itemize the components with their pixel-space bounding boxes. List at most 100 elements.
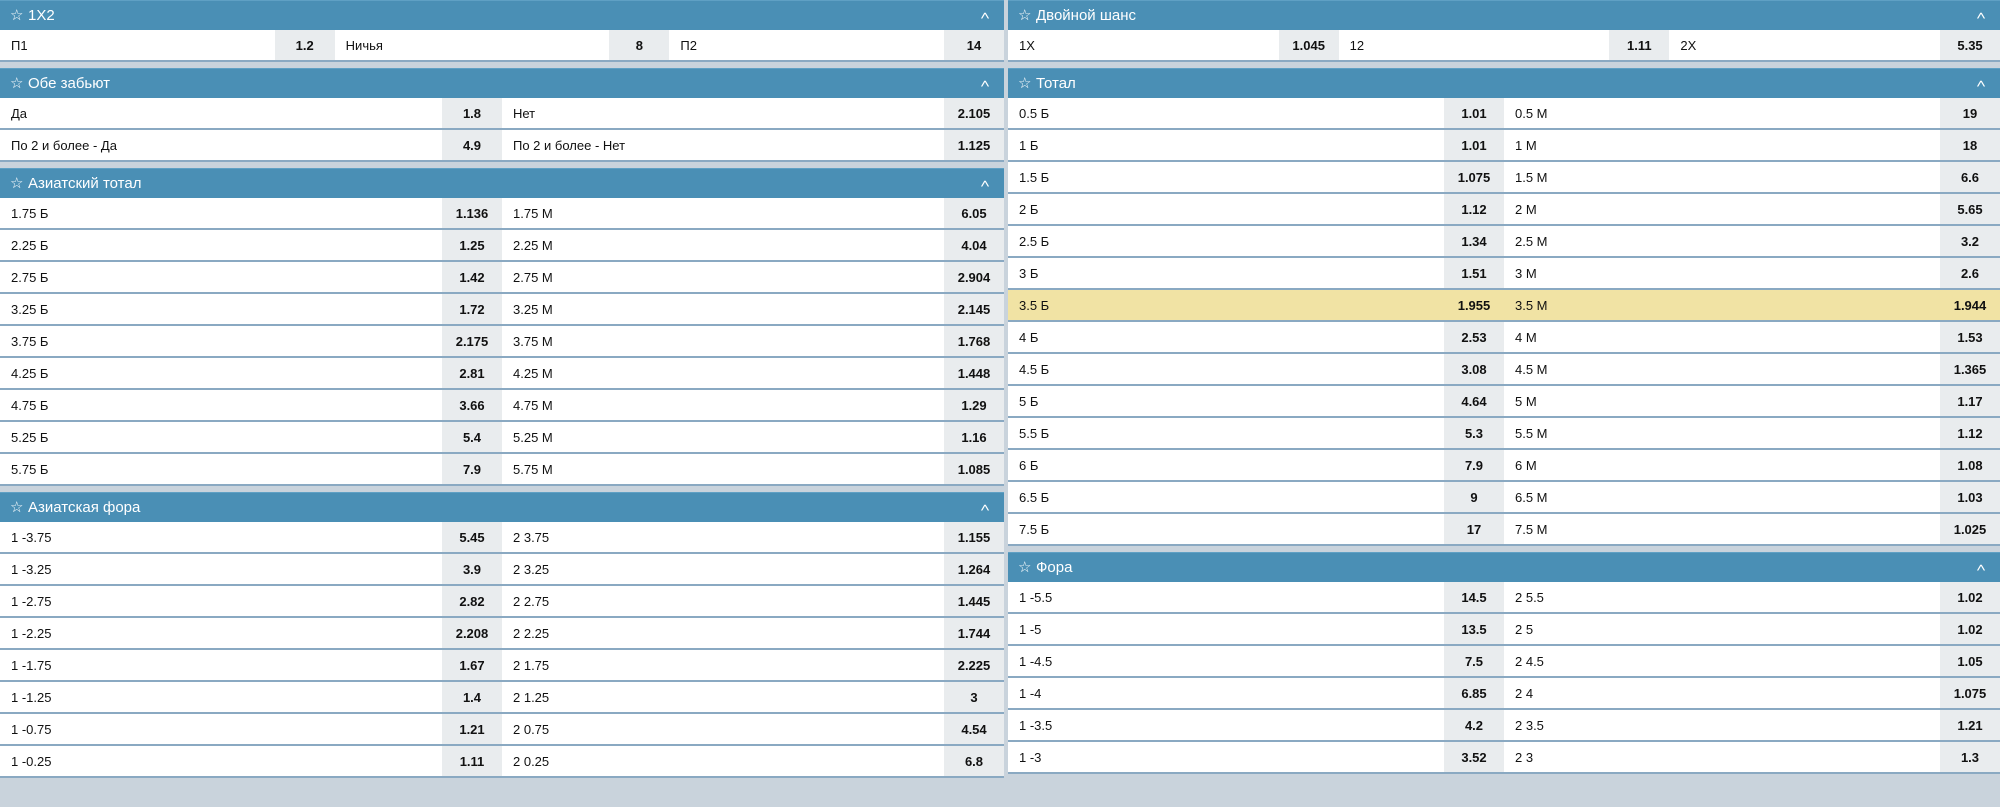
- bet-outcome[interactable]: Да 1.8: [0, 98, 502, 128]
- odds-value[interactable]: 1.05: [1940, 646, 2000, 676]
- chevron-up-icon[interactable]: ˄: [972, 177, 997, 191]
- chevron-up-icon[interactable]: ˄: [1968, 9, 1993, 23]
- odds-value[interactable]: 1.136: [442, 198, 502, 228]
- bet-outcome[interactable]: 12 1.11: [1339, 30, 1670, 60]
- bet-outcome[interactable]: 3 М 2.6: [1504, 258, 2000, 288]
- bet-outcome[interactable]: 1 -0.25 1.11: [0, 746, 502, 776]
- market-header[interactable]: ☆ Азиатская фора ˄: [0, 492, 1004, 522]
- odds-value[interactable]: 2.145: [944, 294, 1004, 324]
- odds-value[interactable]: 1.02: [1940, 582, 2000, 612]
- odds-value[interactable]: 1.075: [1444, 162, 1504, 192]
- odds-value[interactable]: 3.66: [442, 390, 502, 420]
- bet-outcome[interactable]: 2 2.75 1.445: [502, 586, 1004, 616]
- bet-outcome[interactable]: 1 -2.25 2.208: [0, 618, 502, 648]
- bet-outcome[interactable]: 5.5 М 1.12: [1504, 418, 2000, 448]
- bet-outcome[interactable]: 3.75 Б 2.175: [0, 326, 502, 356]
- bet-outcome[interactable]: 0.5 М 19: [1504, 98, 2000, 128]
- bet-outcome[interactable]: 5 М 1.17: [1504, 386, 2000, 416]
- odds-value[interactable]: 1.17: [1940, 386, 2000, 416]
- bet-outcome[interactable]: 6 М 1.08: [1504, 450, 2000, 480]
- star-icon[interactable]: ☆: [1018, 69, 1036, 99]
- bet-outcome[interactable]: 2 3.75 1.155: [502, 522, 1004, 552]
- chevron-up-icon[interactable]: ˄: [1968, 561, 1993, 575]
- odds-value[interactable]: 13.5: [1444, 614, 1504, 644]
- odds-value[interactable]: 1.11: [1609, 30, 1670, 60]
- odds-value[interactable]: 1.365: [1940, 354, 2000, 384]
- bet-outcome[interactable]: 2.5 М 3.2: [1504, 226, 2000, 256]
- odds-value[interactable]: 17: [1444, 514, 1504, 544]
- bet-outcome[interactable]: 1 -3 3.52: [1008, 742, 1504, 772]
- odds-value[interactable]: 4.64: [1444, 386, 1504, 416]
- bet-outcome[interactable]: 3.25 Б 1.72: [0, 294, 502, 324]
- bet-outcome[interactable]: 1.5 М 6.6: [1504, 162, 2000, 192]
- odds-value[interactable]: 1.11: [442, 746, 502, 776]
- odds-value[interactable]: 2.208: [442, 618, 502, 648]
- odds-value[interactable]: 1.02: [1940, 614, 2000, 644]
- odds-value[interactable]: 5.45: [442, 522, 502, 552]
- odds-value[interactable]: 2.53: [1444, 322, 1504, 352]
- odds-value[interactable]: 5.3: [1444, 418, 1504, 448]
- bet-outcome[interactable]: 4.25 М 1.448: [502, 358, 1004, 388]
- bet-outcome[interactable]: 6.5 М 1.03: [1504, 482, 2000, 512]
- bet-outcome[interactable]: 1 -4 6.85: [1008, 678, 1504, 708]
- bet-outcome[interactable]: 2 5 1.02: [1504, 614, 2000, 644]
- odds-value[interactable]: 1.264: [944, 554, 1004, 584]
- bet-outcome[interactable]: 5.5 Б 5.3: [1008, 418, 1504, 448]
- odds-value[interactable]: 1.25: [442, 230, 502, 260]
- odds-value[interactable]: 2.105: [944, 98, 1004, 128]
- bet-outcome[interactable]: По 2 и более - Да 4.9: [0, 130, 502, 160]
- odds-value[interactable]: 1.01: [1444, 98, 1504, 128]
- odds-value[interactable]: 8: [609, 30, 670, 60]
- bet-outcome[interactable]: 2 3.5 1.21: [1504, 710, 2000, 740]
- odds-value[interactable]: 1.744: [944, 618, 1004, 648]
- bet-outcome[interactable]: 3.25 М 2.145: [502, 294, 1004, 324]
- bet-outcome[interactable]: 1 -5 13.5: [1008, 614, 1504, 644]
- bet-outcome[interactable]: 3 Б 1.51: [1008, 258, 1504, 288]
- bet-outcome[interactable]: 4 Б 2.53: [1008, 322, 1504, 352]
- bet-outcome[interactable]: 7.5 Б 17: [1008, 514, 1504, 544]
- bet-outcome[interactable]: 1 -3.75 5.45: [0, 522, 502, 552]
- chevron-up-icon[interactable]: ˄: [972, 9, 997, 23]
- odds-value[interactable]: 1.125: [944, 130, 1004, 160]
- odds-value[interactable]: 3: [944, 682, 1004, 712]
- odds-value[interactable]: 4.54: [944, 714, 1004, 744]
- odds-value[interactable]: 4.04: [944, 230, 1004, 260]
- bet-outcome[interactable]: 2 1.25 3: [502, 682, 1004, 712]
- odds-value[interactable]: 1.72: [442, 294, 502, 324]
- odds-value[interactable]: 1.42: [442, 262, 502, 292]
- star-icon[interactable]: ☆: [10, 1, 28, 31]
- odds-value[interactable]: 1.29: [944, 390, 1004, 420]
- bet-outcome[interactable]: 2 3.25 1.264: [502, 554, 1004, 584]
- odds-value[interactable]: 3.9: [442, 554, 502, 584]
- bet-outcome[interactable]: 2 1.75 2.225: [502, 650, 1004, 680]
- bet-outcome[interactable]: П1 1.2: [0, 30, 335, 60]
- odds-value[interactable]: 4.2: [1444, 710, 1504, 740]
- bet-outcome[interactable]: 5.75 М 1.085: [502, 454, 1004, 484]
- odds-value[interactable]: 1.21: [442, 714, 502, 744]
- bet-outcome[interactable]: 6.5 Б 9: [1008, 482, 1504, 512]
- bet-outcome[interactable]: 7.5 М 1.025: [1504, 514, 2000, 544]
- bet-outcome[interactable]: 1 -3.5 4.2: [1008, 710, 1504, 740]
- bet-outcome[interactable]: 2 3 1.3: [1504, 742, 2000, 772]
- odds-value[interactable]: 14: [944, 30, 1004, 60]
- odds-value[interactable]: 2.81: [442, 358, 502, 388]
- chevron-up-icon[interactable]: ˄: [972, 501, 997, 515]
- odds-value[interactable]: 1.445: [944, 586, 1004, 616]
- bet-outcome[interactable]: 5.25 Б 5.4: [0, 422, 502, 452]
- bet-outcome[interactable]: 4.75 М 1.29: [502, 390, 1004, 420]
- market-header[interactable]: ☆ Двойной шанс ˄: [1008, 0, 2000, 30]
- odds-value[interactable]: 6.05: [944, 198, 1004, 228]
- odds-value[interactable]: 1.155: [944, 522, 1004, 552]
- star-icon[interactable]: ☆: [10, 69, 28, 99]
- odds-value[interactable]: 1.955: [1444, 290, 1504, 320]
- bet-outcome[interactable]: Нет 2.105: [502, 98, 1004, 128]
- odds-value[interactable]: 1.075: [1940, 678, 2000, 708]
- bet-outcome[interactable]: Ничья 8: [335, 30, 670, 60]
- bet-outcome[interactable]: 1X 1.045: [1008, 30, 1339, 60]
- odds-value[interactable]: 2.6: [1940, 258, 2000, 288]
- bet-outcome[interactable]: 4.75 Б 3.66: [0, 390, 502, 420]
- bet-outcome[interactable]: 1 -5.5 14.5: [1008, 582, 1504, 612]
- odds-value[interactable]: 1.16: [944, 422, 1004, 452]
- odds-value[interactable]: 5.35: [1940, 30, 2000, 60]
- odds-value[interactable]: 1.944: [1940, 290, 2000, 320]
